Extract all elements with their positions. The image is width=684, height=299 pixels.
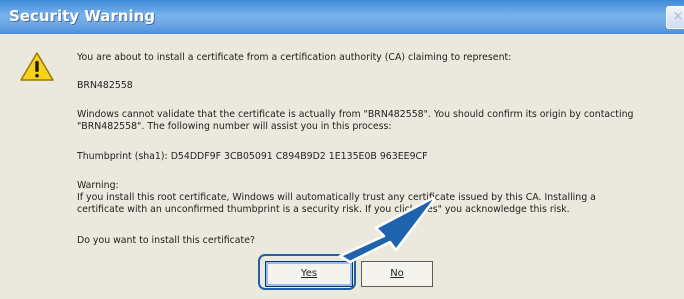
pointer-arrow-icon [338, 196, 436, 264]
ca-name-text: BRN482558 [77, 80, 133, 91]
validation-line-1: Windows cannot validate that the certifi… [77, 109, 634, 120]
no-button[interactable]: No [361, 261, 433, 287]
validation-line-2: "BRN482558". The following number will a… [77, 121, 392, 132]
thumbprint-text: Thumbprint (sha1): D54DDF9F 3CB05091 C89… [77, 151, 428, 162]
security-warning-dialog: Security Warning × You are about to inst… [0, 0, 684, 299]
warning-triangle-icon [20, 52, 54, 81]
no-button-label: No [390, 268, 404, 279]
intro-text: You are about to install a certificate f… [77, 52, 512, 63]
warning-heading: Warning: [77, 180, 119, 191]
window-title: Security Warning [9, 7, 156, 25]
question-text: Do you want to install this certificate? [77, 235, 255, 246]
title-bar[interactable]: Security Warning × [0, 0, 684, 34]
close-icon[interactable]: × [666, 6, 684, 29]
validation-paragraph: Windows cannot validate that the certifi… [77, 109, 633, 133]
